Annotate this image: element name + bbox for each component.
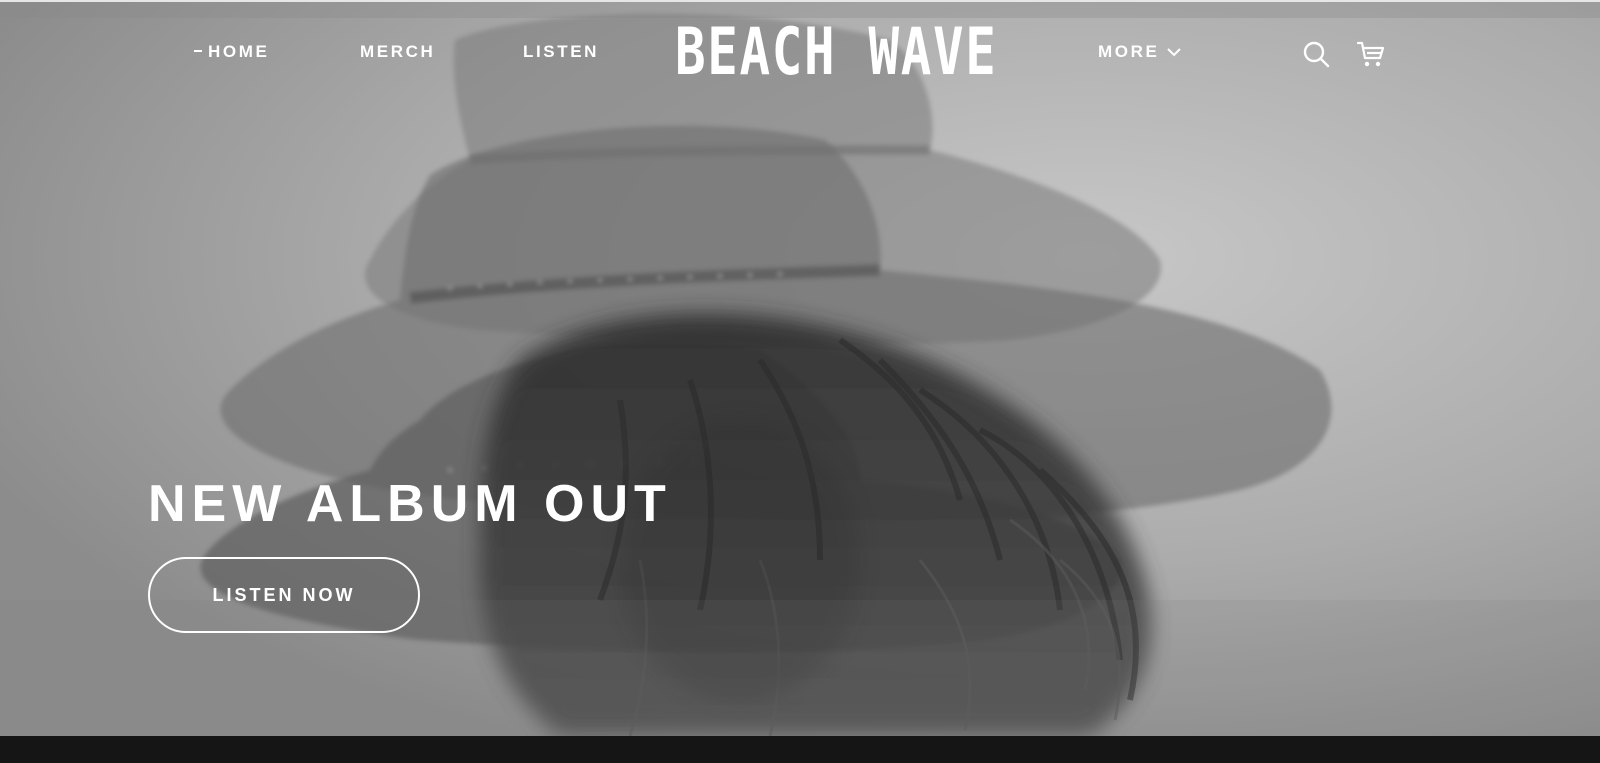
search-icon xyxy=(1303,41,1330,68)
hero-headline: NEW ALBUM OUT xyxy=(148,475,672,533)
nav-home-link[interactable]: HOME xyxy=(194,42,269,62)
bottom-bar xyxy=(0,736,1600,763)
search-button[interactable] xyxy=(1300,38,1332,70)
brand-logo[interactable]: BEACH WAVE xyxy=(675,14,996,90)
nav-home-label: HOME xyxy=(208,42,270,61)
cart-icon xyxy=(1356,41,1385,67)
nav-more-dropdown[interactable]: MORE xyxy=(1098,42,1182,62)
top-border xyxy=(0,0,1600,2)
page: HOME MERCH LISTEN BEACH WAVE MORE NEW AL… xyxy=(0,0,1600,763)
nav-more-label: MORE xyxy=(1098,42,1160,61)
chevron-down-icon xyxy=(1167,47,1182,57)
nav-listen-link[interactable]: LISTEN xyxy=(523,42,599,62)
cart-button[interactable] xyxy=(1355,38,1387,70)
listen-now-button[interactable]: LISTEN NOW xyxy=(148,557,420,633)
nav-merch-link[interactable]: MERCH xyxy=(360,42,435,62)
active-indicator xyxy=(194,49,202,52)
hero-section: HOME MERCH LISTEN BEACH WAVE MORE NEW AL… xyxy=(0,0,1600,736)
